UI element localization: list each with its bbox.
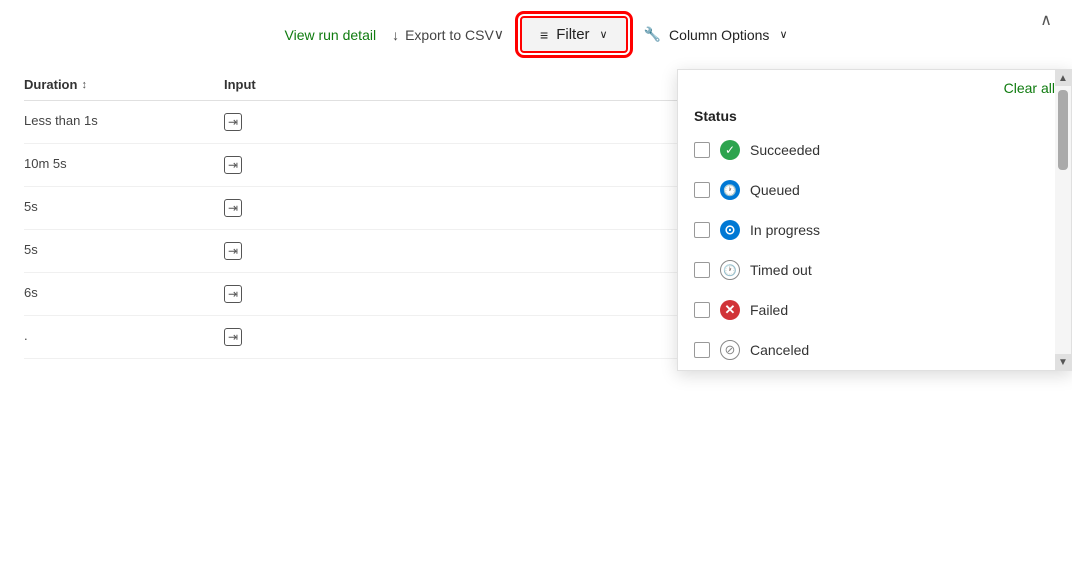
filter-item-canceled[interactable]: ⊘ Canceled: [678, 330, 1071, 370]
filter-item-failed[interactable]: ✕ Failed: [678, 290, 1071, 330]
main-content: Duration ↕ Input Less than 1s ⇥ 10m 5s ⇥…: [0, 69, 1072, 359]
filter-item-succeeded[interactable]: ✓ Succeeded: [678, 130, 1071, 170]
cell-duration: .: [24, 328, 224, 346]
cell-input: ⇥: [224, 328, 424, 346]
status-section-label: Status: [678, 100, 1071, 130]
checkbox-queued[interactable]: [694, 182, 710, 198]
filter-label-queued: Queued: [750, 182, 800, 198]
input-link-icon[interactable]: ⇥: [224, 242, 242, 260]
cell-duration: 6s: [24, 285, 224, 303]
column-options-button[interactable]: 🔧 Column Options ∨: [644, 26, 788, 43]
wrench-icon: 🔧: [644, 26, 661, 43]
checkbox-timedout[interactable]: [694, 262, 710, 278]
filter-label-succeeded: Succeeded: [750, 142, 820, 158]
filter-label-failed: Failed: [750, 302, 788, 318]
cell-duration: 5s: [24, 199, 224, 217]
checkbox-failed[interactable]: [694, 302, 710, 318]
canceled-icon: ⊘: [720, 340, 740, 360]
inprogress-icon: ⊙: [720, 220, 740, 240]
filter-dropdown-panel: Clear all Status ✓ Succeeded 🕐 Queued ⊙ …: [677, 69, 1072, 371]
failed-icon: ✕: [720, 300, 740, 320]
filter-item-timedout[interactable]: 🕐 Timed out: [678, 250, 1071, 290]
filter-lines-icon: ≡: [540, 27, 548, 43]
cell-input: ⇥: [224, 242, 424, 260]
cell-input: ⇥: [224, 113, 424, 131]
filter-label-inprogress: In progress: [750, 222, 820, 238]
cell-duration: Less than 1s: [24, 113, 224, 131]
checkbox-succeeded[interactable]: [694, 142, 710, 158]
cell-input: ⇥: [224, 285, 424, 303]
export-csv-button[interactable]: ↓ Export to CSV: [392, 27, 494, 43]
clear-row: Clear all: [678, 70, 1071, 100]
scrollbar-down-arrow[interactable]: ▼: [1055, 354, 1071, 370]
cell-input: ⇥: [224, 156, 424, 174]
filter-label-canceled: Canceled: [750, 342, 809, 358]
cell-duration: 5s: [24, 242, 224, 260]
input-link-icon[interactable]: ⇥: [224, 328, 242, 346]
queued-icon: 🕐: [720, 180, 740, 200]
export-csv-group: ↓ Export to CSV ∨: [392, 26, 504, 43]
cell-input: ⇥: [224, 199, 424, 217]
col-header-input: Input: [224, 77, 424, 92]
cell-duration: 10m 5s: [24, 156, 224, 174]
clear-all-button[interactable]: Clear all: [1004, 80, 1055, 96]
col-header-duration: Duration ↕: [24, 77, 224, 92]
scrollbar-track: ▲ ▼: [1055, 70, 1071, 370]
download-icon: ↓: [392, 27, 399, 43]
filter-button[interactable]: ≡ Filter ∨: [520, 16, 628, 53]
checkbox-inprogress[interactable]: [694, 222, 710, 238]
input-link-icon[interactable]: ⇥: [224, 113, 242, 131]
filter-item-queued[interactable]: 🕐 Queued: [678, 170, 1071, 210]
filter-item-inprogress[interactable]: ⊙ In progress: [678, 210, 1071, 250]
export-csv-dropdown-button[interactable]: ∨: [494, 26, 504, 43]
checkbox-canceled[interactable]: [694, 342, 710, 358]
input-link-icon[interactable]: ⇥: [224, 199, 242, 217]
view-run-detail-button[interactable]: View run detail: [285, 27, 377, 43]
input-link-icon[interactable]: ⇥: [224, 285, 242, 303]
timedout-icon: 🕐: [720, 260, 740, 280]
succeeded-icon: ✓: [720, 140, 740, 160]
scrollbar-up-arrow[interactable]: ▲: [1055, 70, 1071, 86]
scrollbar-thumb[interactable]: [1058, 90, 1068, 170]
sort-icon[interactable]: ↕: [81, 79, 87, 91]
scrollbar-middle: [1055, 86, 1071, 354]
filter-label-timedout: Timed out: [750, 262, 812, 278]
toolbar: View run detail ↓ Export to CSV ∨ ≡ Filt…: [0, 0, 1072, 69]
input-link-icon[interactable]: ⇥: [224, 156, 242, 174]
